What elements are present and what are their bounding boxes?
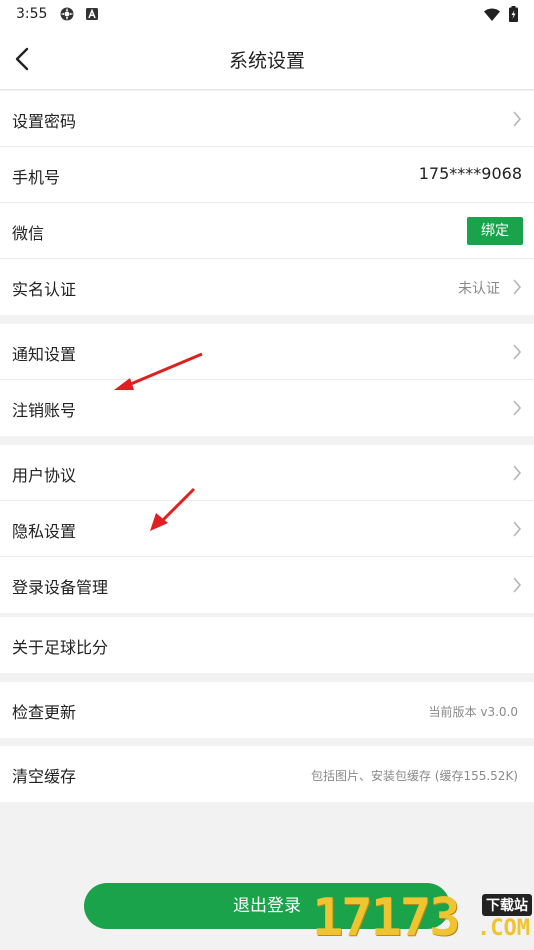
chevron-right-icon [513, 577, 522, 593]
wifi-icon [484, 8, 500, 21]
row-label: 设置密码 [12, 112, 77, 131]
battery-icon [509, 6, 518, 22]
settings-group-update: 检查更新 当前版本 v3.0.0 [0, 682, 534, 738]
settings-group-account: 设置密码 手机号 175****9068 微信 绑定 实名认证 未认证 [0, 91, 534, 315]
row-label: 注销账号 [12, 401, 77, 420]
row-label: 用户协议 [12, 466, 77, 485]
row-cancel-account[interactable]: 注销账号 [0, 380, 534, 436]
auth-status: 未认证 [458, 281, 500, 297]
row-label: 检查更新 [12, 703, 77, 722]
row-label: 关于足球比分 [12, 638, 109, 657]
row-set-password[interactable]: 设置密码 [0, 91, 534, 147]
settings-group-notify: 通知设置 注销账号 [0, 324, 534, 436]
chevron-right-icon [513, 521, 522, 537]
watermark-domain: .COM [477, 916, 530, 941]
row-wechat: 微信 绑定 [0, 203, 534, 259]
chevron-right-icon [513, 465, 522, 481]
row-phone[interactable]: 手机号 175****9068 [0, 147, 534, 203]
row-about[interactable]: 关于足球比分 [0, 617, 534, 673]
row-notification-settings[interactable]: 通知设置 [0, 324, 534, 380]
row-check-update[interactable]: 检查更新 当前版本 v3.0.0 [0, 682, 534, 738]
settings-group-about: 关于足球比分 [0, 617, 534, 673]
current-version: 当前版本 v3.0.0 [428, 705, 518, 719]
watermark-logo: 17173 下载站 .COM [308, 886, 534, 950]
row-label: 清空缓存 [12, 767, 77, 786]
row-label: 通知设置 [12, 345, 77, 364]
row-real-name-auth[interactable]: 实名认证 未认证 [0, 259, 534, 315]
chevron-right-icon [513, 279, 522, 295]
page-title: 系统设置 [228, 50, 305, 72]
row-label: 微信 [12, 224, 45, 243]
status-bar: 3:55 [0, 0, 534, 28]
nav-bar: 系统设置 [0, 28, 534, 90]
row-label: 登录设备管理 [12, 578, 109, 597]
row-user-agreement[interactable]: 用户协议 [0, 445, 534, 501]
row-clear-cache[interactable]: 清空缓存 包括图片、安装包缓存 (缓存155.52K) [0, 746, 534, 802]
annotation-arrow-icon [150, 487, 196, 531]
watermark-tag: 下载站 [482, 894, 532, 916]
chevron-right-icon [513, 344, 522, 360]
phone-number: 175****9068 [418, 164, 522, 183]
status-time: 3:55 [16, 6, 48, 22]
chevron-right-icon [513, 400, 522, 416]
wechat-bind-button[interactable]: 绑定 [467, 217, 523, 245]
row-label: 隐私设置 [12, 522, 77, 541]
row-label: 实名认证 [12, 280, 77, 299]
annotation-arrow-icon [114, 352, 203, 390]
settings-group-cache: 清空缓存 包括图片、安装包缓存 (缓存155.52K) [0, 746, 534, 802]
chevron-right-icon [513, 111, 522, 127]
row-privacy-settings[interactable]: 隐私设置 [0, 501, 534, 557]
watermark-number: 17173 [312, 888, 461, 948]
row-label: 手机号 [12, 168, 61, 187]
settings-group-privacy: 用户协议 隐私设置 登录设备管理 [0, 445, 534, 613]
row-login-devices[interactable]: 登录设备管理 [0, 557, 534, 613]
settings-gear-icon [60, 7, 74, 21]
a-badge-icon [86, 8, 98, 20]
cache-info: 包括图片、安装包缓存 (缓存155.52K) [310, 769, 518, 783]
